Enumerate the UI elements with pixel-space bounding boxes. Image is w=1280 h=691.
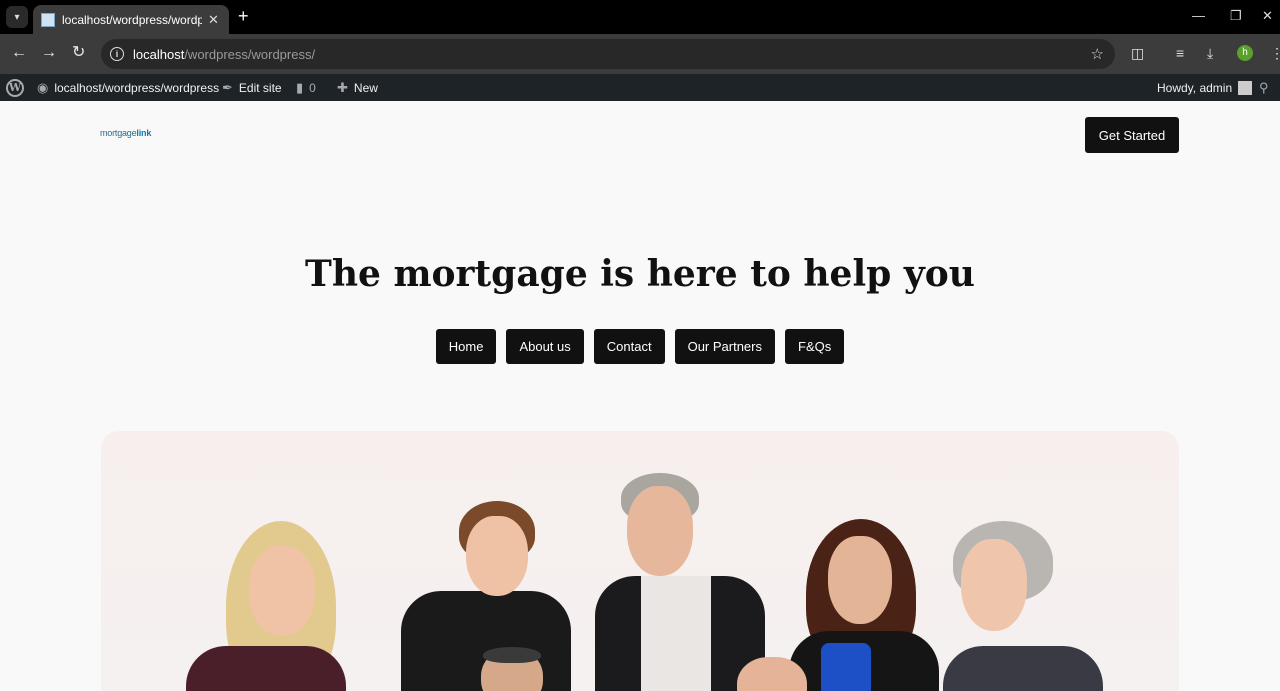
plus-icon: ✚ bbox=[337, 79, 348, 95]
main-nav: Home About us Contact Our Partners F&Qs bbox=[0, 329, 1280, 364]
brush-icon: ✒ bbox=[222, 79, 233, 95]
back-icon[interactable]: ← bbox=[11, 44, 27, 62]
reload-icon[interactable]: ↻ bbox=[72, 44, 85, 62]
tab-title: localhost/wordpress/wordpress bbox=[62, 12, 202, 27]
minimize-icon[interactable]: — bbox=[1192, 8, 1205, 23]
bookmark-star-icon[interactable]: ☆ bbox=[1091, 45, 1104, 63]
comments-count: 0 bbox=[309, 80, 316, 95]
close-window-icon[interactable]: ✕ bbox=[1262, 8, 1273, 24]
comment-icon: ▮ bbox=[296, 79, 304, 95]
site-info-icon[interactable]: i bbox=[110, 47, 124, 61]
download-icon[interactable]: ⤓ bbox=[1207, 45, 1213, 62]
profile-avatar[interactable]: h bbox=[1237, 45, 1253, 61]
wordpress-logo-menu[interactable]: W bbox=[6, 74, 24, 101]
admin-search-button[interactable]: ⚲ bbox=[1259, 74, 1275, 101]
address-bar[interactable]: i localhost/wordpress/wordpress/ ☆ bbox=[101, 39, 1115, 69]
browser-toolbar: ← → ↻ i localhost/wordpress/wordpress/ ☆… bbox=[0, 34, 1280, 74]
page-content: mortgagelink Get Started The mortgage is… bbox=[0, 101, 1280, 691]
nav-faqs[interactable]: F&Qs bbox=[785, 329, 845, 364]
tab-search-button[interactable]: ▾ bbox=[6, 6, 28, 28]
hero-title: The mortgage is here to help you bbox=[305, 253, 975, 295]
site-name-label: localhost/wordpress/wordpress bbox=[54, 80, 220, 95]
nav-our-partners[interactable]: Our Partners bbox=[674, 329, 775, 364]
team-photo bbox=[101, 431, 1179, 691]
close-tab-icon[interactable]: ✕ bbox=[208, 12, 219, 28]
account-menu[interactable]: Howdy, admin bbox=[1157, 74, 1253, 101]
wp-admin-bar: W ◉ localhost/wordpress/wordpress ✒ Edit… bbox=[0, 74, 1280, 101]
url-text[interactable]: localhost/wordpress/wordpress/ bbox=[133, 47, 315, 62]
site-logo[interactable]: mortgagelink bbox=[100, 128, 151, 138]
browser-tab-strip: ▾ localhost/wordpress/wordpress ✕ + — ❐ … bbox=[0, 0, 1280, 34]
search-icon: ⚲ bbox=[1259, 79, 1269, 95]
wordpress-icon: W bbox=[6, 78, 24, 97]
nav-home[interactable]: Home bbox=[435, 329, 497, 364]
extensions-icon[interactable]: ◫ bbox=[1131, 45, 1144, 62]
edit-site-link[interactable]: ✒ Edit site bbox=[222, 74, 282, 101]
menu-icon[interactable]: ⋮ bbox=[1270, 45, 1280, 62]
user-avatar bbox=[1238, 80, 1253, 95]
get-started-button[interactable]: Get Started bbox=[1085, 117, 1179, 153]
comments-link[interactable]: ▮ 0 bbox=[296, 74, 316, 101]
reading-list-icon[interactable]: ≡ bbox=[1176, 45, 1184, 61]
restore-icon[interactable]: ❐ bbox=[1230, 8, 1242, 24]
nav-about-us[interactable]: About us bbox=[506, 329, 584, 364]
howdy-label: Howdy, admin bbox=[1157, 80, 1233, 95]
forward-icon[interactable]: → bbox=[41, 44, 57, 62]
nav-contact[interactable]: Contact bbox=[593, 329, 665, 364]
edit-site-label: Edit site bbox=[238, 80, 282, 95]
browser-tab[interactable]: localhost/wordpress/wordpress ✕ bbox=[33, 5, 229, 34]
site-name-menu[interactable]: ◉ localhost/wordpress/wordpress bbox=[37, 74, 219, 101]
new-content-menu[interactable]: ✚ New bbox=[337, 74, 378, 101]
new-tab-button[interactable]: + bbox=[238, 6, 249, 26]
dashboard-icon: ◉ bbox=[37, 79, 49, 95]
favicon-icon bbox=[41, 12, 55, 27]
new-label: New bbox=[353, 80, 378, 95]
